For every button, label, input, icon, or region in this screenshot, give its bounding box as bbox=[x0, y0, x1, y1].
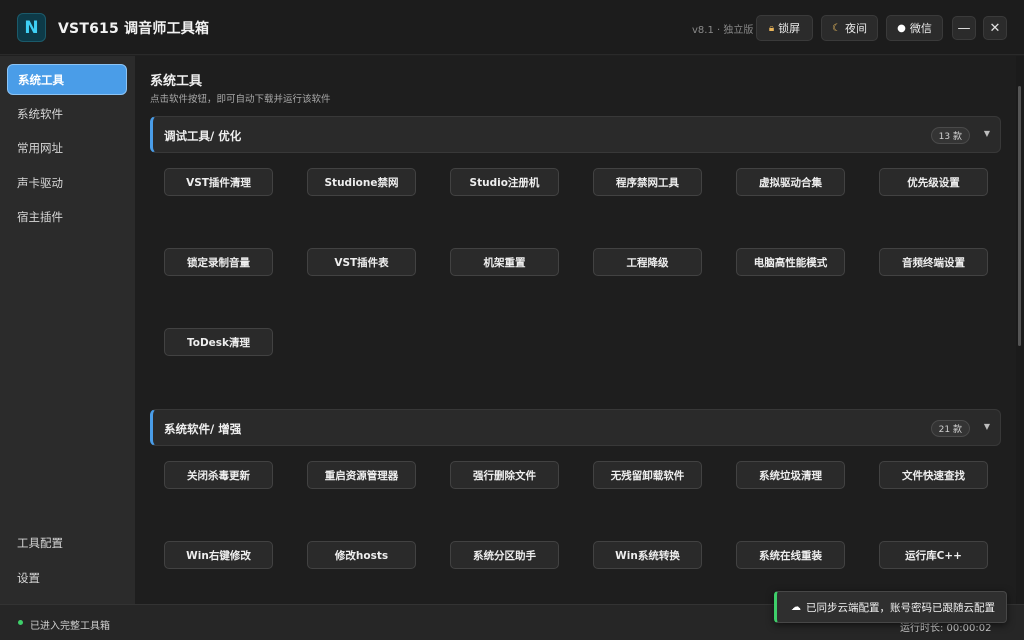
sidebar-item-system-tools[interactable]: 系统工具 bbox=[7, 64, 127, 95]
tool-button[interactable]: 强行删除文件 bbox=[450, 461, 559, 489]
sidebar-item-label: 系统工具 bbox=[18, 72, 64, 87]
section-title: 调试工具/ 优化 bbox=[164, 129, 242, 143]
count-badge: 13 款 bbox=[930, 127, 970, 144]
tool-button[interactable]: 优先级设置 bbox=[879, 168, 988, 196]
night-label: 夜间 bbox=[844, 22, 867, 35]
moon-icon: ☾ bbox=[832, 22, 841, 34]
version-label: v8.1 · 独立版 bbox=[692, 25, 754, 36]
lock-label: 锁屏 bbox=[778, 22, 801, 35]
main-content: 系统工具 点击软件按钮，即可自动下载并运行该软件 调试工具/ 优化 13 款 ▼… bbox=[135, 56, 1016, 604]
app-title: VST615 调音师工具箱 bbox=[58, 21, 210, 37]
cloud-icon: ☁ bbox=[791, 601, 801, 613]
vertical-scrollbar[interactable] bbox=[1016, 56, 1024, 604]
app-logo: N bbox=[17, 13, 46, 42]
tool-button[interactable]: VST插件表 bbox=[307, 248, 416, 276]
sidebar-item-sound-card-drivers[interactable]: 声卡驱动 bbox=[7, 167, 127, 198]
page-subtitle: 点击软件按钮，即可自动下载并运行该软件 bbox=[150, 94, 331, 105]
minimize-icon: — bbox=[957, 20, 971, 36]
close-icon: ✕ bbox=[989, 20, 1001, 36]
toast-text: 已同步云端配置，账号密码已跟随云配置 bbox=[806, 601, 995, 614]
lock-icon: 🔒︎ bbox=[768, 22, 775, 34]
tool-button[interactable]: Win系统转换 bbox=[593, 541, 702, 569]
tool-button[interactable]: ToDesk清理 bbox=[164, 328, 273, 356]
logo-letter: N bbox=[24, 17, 39, 38]
sidebar-item-label: 声卡驱动 bbox=[17, 175, 63, 190]
count-badge: 21 款 bbox=[930, 420, 970, 437]
minimize-button[interactable]: — bbox=[952, 16, 976, 40]
sidebar-item-settings[interactable]: 设置 bbox=[7, 562, 127, 593]
tool-button[interactable]: 音频终端设置 bbox=[879, 248, 988, 276]
sidebar: 系统工具 系统软件 常用网址 声卡驱动 宿主插件 工具配置 设置 bbox=[0, 56, 135, 604]
chevron-down-icon: ▼ bbox=[983, 422, 990, 431]
night-mode-button[interactable]: ☾ 夜间 bbox=[821, 15, 878, 41]
tool-button[interactable]: 运行库C++ bbox=[879, 541, 988, 569]
tool-button[interactable]: 系统垃圾清理 bbox=[736, 461, 845, 489]
tool-button[interactable]: 重启资源管理器 bbox=[307, 461, 416, 489]
tool-button[interactable]: 修改hosts bbox=[307, 541, 416, 569]
sidebar-item-tool-config[interactable]: 工具配置 bbox=[7, 527, 127, 558]
sidebar-item-common-urls[interactable]: 常用网址 bbox=[7, 132, 127, 163]
status-dot-icon bbox=[18, 620, 23, 625]
sidebar-item-label: 常用网址 bbox=[17, 140, 63, 155]
status-text: 已进入完整工具箱 bbox=[30, 621, 110, 632]
chevron-down-icon: ▼ bbox=[983, 129, 990, 138]
section-header-debug-tools[interactable]: 调试工具/ 优化 13 款 ▼ bbox=[150, 116, 1001, 153]
sidebar-item-label: 工具配置 bbox=[17, 535, 63, 550]
tool-button[interactable]: Win右键修改 bbox=[164, 541, 273, 569]
sidebar-item-system-software[interactable]: 系统软件 bbox=[7, 98, 127, 129]
wechat-button[interactable]: ● 微信 bbox=[886, 15, 943, 41]
tool-button[interactable]: 工程降级 bbox=[593, 248, 702, 276]
chat-bubble-icon: ● bbox=[897, 22, 906, 34]
tool-button[interactable]: VST插件清理 bbox=[164, 168, 273, 196]
tool-button[interactable]: 文件快速查找 bbox=[879, 461, 988, 489]
wechat-label: 微信 bbox=[909, 22, 932, 35]
tool-button[interactable]: 电脑高性能模式 bbox=[736, 248, 845, 276]
scrollbar-thumb[interactable] bbox=[1018, 86, 1021, 346]
section-header-system-software[interactable]: 系统软件/ 增强 21 款 ▼ bbox=[150, 409, 1001, 446]
sidebar-item-label: 系统软件 bbox=[17, 106, 63, 121]
tool-button[interactable]: 系统分区助手 bbox=[450, 541, 559, 569]
lock-screen-button[interactable]: 🔒︎ 锁屏 bbox=[756, 15, 813, 41]
tool-button[interactable]: Studione禁网 bbox=[307, 168, 416, 196]
sync-toast: ☁ 已同步云端配置，账号密码已跟随云配置 bbox=[774, 591, 1007, 623]
close-button[interactable]: ✕ bbox=[983, 16, 1007, 40]
tool-button[interactable]: 程序禁网工具 bbox=[593, 168, 702, 196]
tool-button[interactable]: 虚拟驱动合集 bbox=[736, 168, 845, 196]
section-title: 系统软件/ 增强 bbox=[164, 422, 242, 436]
tool-button[interactable]: 关闭杀毒更新 bbox=[164, 461, 273, 489]
tool-button[interactable]: Studio注册机 bbox=[450, 168, 559, 196]
tool-button[interactable]: 系统在线重装 bbox=[736, 541, 845, 569]
page-title: 系统工具 bbox=[150, 74, 203, 89]
title-bar: N VST615 调音师工具箱 v8.1 · 独立版 🔒︎ 锁屏 ☾ 夜间 ● … bbox=[0, 0, 1024, 55]
sidebar-item-host-plugins[interactable]: 宿主插件 bbox=[7, 201, 127, 232]
tool-button[interactable]: 机架重置 bbox=[450, 248, 559, 276]
tool-button[interactable]: 锁定录制音量 bbox=[164, 248, 273, 276]
sidebar-item-label: 设置 bbox=[17, 570, 40, 585]
tool-button[interactable]: 无残留卸载软件 bbox=[593, 461, 702, 489]
sidebar-item-label: 宿主插件 bbox=[17, 209, 63, 224]
